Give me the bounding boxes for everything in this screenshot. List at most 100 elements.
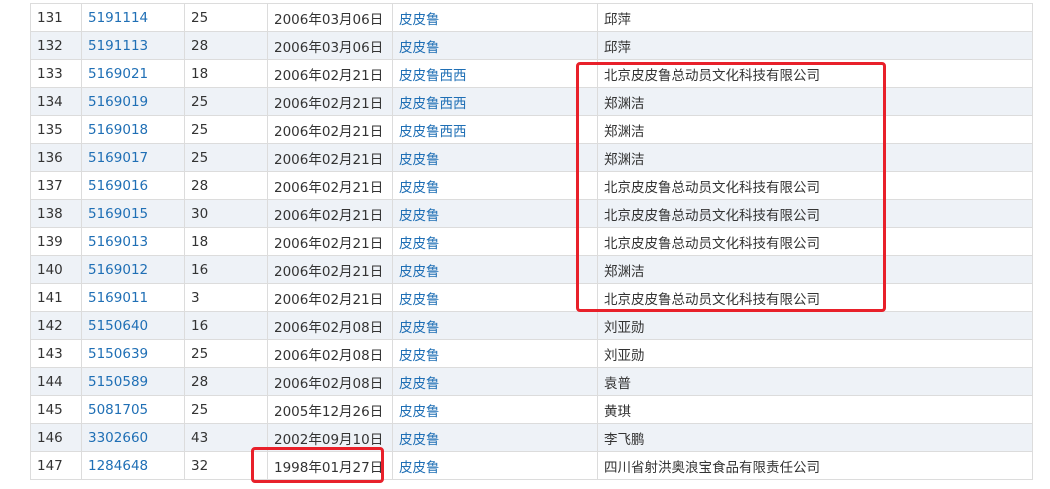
applicant-name: 郑渊洁: [597, 115, 1033, 144]
registration-number-link[interactable]: 5169016: [81, 171, 185, 200]
applicant-name: 袁普: [597, 367, 1033, 396]
application-date: 2006年02月08日: [267, 367, 393, 396]
trademark-name-link[interactable]: 皮皮鲁: [392, 367, 598, 396]
class-number: 3: [184, 283, 268, 312]
class-number: 16: [184, 255, 268, 284]
row-index: 147: [30, 451, 82, 480]
trademark-name-link[interactable]: 皮皮鲁: [392, 199, 598, 228]
row-index: 134: [30, 87, 82, 116]
registration-number-link[interactable]: 5169021: [81, 59, 185, 88]
trademark-name-link[interactable]: 皮皮鲁西西: [392, 87, 598, 116]
registration-number-link[interactable]: 5191113: [81, 31, 185, 60]
trademark-name-link[interactable]: 皮皮鲁西西: [392, 59, 598, 88]
registration-number-link[interactable]: 1284648: [81, 451, 185, 480]
trademark-name-link[interactable]: 皮皮鲁: [392, 283, 598, 312]
registration-number-link[interactable]: 5150639: [81, 339, 185, 368]
registration-number-link[interactable]: 5081705: [81, 395, 185, 424]
registration-number-link[interactable]: 5150640: [81, 311, 185, 340]
row-index: 136: [30, 143, 82, 172]
registration-number-link[interactable]: 5191114: [81, 3, 185, 32]
application-date: 2006年03月06日: [267, 31, 393, 60]
registration-number-link[interactable]: 5169015: [81, 199, 185, 228]
application-date: 2006年02月21日: [267, 87, 393, 116]
application-date: 2006年02月21日: [267, 143, 393, 172]
class-number: 28: [184, 31, 268, 60]
trademark-name-link[interactable]: 皮皮鲁: [392, 227, 598, 256]
row-index: 144: [30, 367, 82, 396]
row-index: 143: [30, 339, 82, 368]
row-index: 131: [30, 3, 82, 32]
table-row: 145 5081705 25 2005年12月26日 皮皮鲁 黄琪: [30, 395, 1033, 424]
table-row: 132 5191113 28 2006年03月06日 皮皮鲁 邱萍: [30, 31, 1033, 60]
trademark-name-link[interactable]: 皮皮鲁: [392, 171, 598, 200]
applicant-name: 李飞鹏: [597, 423, 1033, 452]
applicant-name: 黄琪: [597, 395, 1033, 424]
table-row: 134 5169019 25 2006年02月21日 皮皮鲁西西 郑渊洁: [30, 87, 1033, 116]
trademark-name-link[interactable]: 皮皮鲁: [392, 311, 598, 340]
applicant-name: 四川省射洪奥浪宝食品有限责任公司: [597, 451, 1033, 480]
row-index: 135: [30, 115, 82, 144]
application-date: 2006年03月06日: [267, 3, 393, 32]
application-date: 2006年02月21日: [267, 283, 393, 312]
table-row: 136 5169017 25 2006年02月21日 皮皮鲁 郑渊洁: [30, 143, 1033, 172]
table-row: 133 5169021 18 2006年02月21日 皮皮鲁西西 北京皮皮鲁总动员文化科技…: [30, 59, 1033, 88]
class-number: 18: [184, 227, 268, 256]
registration-number-link[interactable]: 5169013: [81, 227, 185, 256]
class-number: 16: [184, 311, 268, 340]
application-date: 2006年02月21日: [267, 171, 393, 200]
registration-number-link[interactable]: 5169019: [81, 87, 185, 116]
applicant-name: 北京皮皮鲁总动员文化科技有限公司: [597, 227, 1033, 256]
trademark-table: 131 5191114 25 2006年03月06日 皮皮鲁 邱萍 132 5191113 28…: [30, 3, 1033, 480]
registration-number-link[interactable]: 5169017: [81, 143, 185, 172]
registration-number-link[interactable]: 3302660: [81, 423, 185, 452]
trademark-name-link[interactable]: 皮皮鲁西西: [392, 115, 598, 144]
table-row: 142 5150640 16 2006年02月08日 皮皮鲁 刘亚勋: [30, 311, 1033, 340]
trademark-name-link[interactable]: 皮皮鲁: [392, 395, 598, 424]
registration-number-link[interactable]: 5169012: [81, 255, 185, 284]
application-date: 2006年02月21日: [267, 255, 393, 284]
table-row: 135 5169018 25 2006年02月21日 皮皮鲁西西 郑渊洁: [30, 115, 1033, 144]
class-number: 32: [184, 451, 268, 480]
class-number: 43: [184, 423, 268, 452]
registration-number-link[interactable]: 5169018: [81, 115, 185, 144]
applicant-name: 邱萍: [597, 3, 1033, 32]
table-row: 131 5191114 25 2006年03月06日 皮皮鲁 邱萍: [30, 3, 1033, 32]
table-row: 144 5150589 28 2006年02月08日 皮皮鲁 袁普: [30, 367, 1033, 396]
application-date: 2006年02月21日: [267, 199, 393, 228]
table-row: 143 5150639 25 2006年02月08日 皮皮鲁 刘亚勋: [30, 339, 1033, 368]
table-row: 140 5169012 16 2006年02月21日 皮皮鲁 郑渊洁: [30, 255, 1033, 284]
application-date: 2006年02月21日: [267, 227, 393, 256]
trademark-name-link[interactable]: 皮皮鲁: [392, 143, 598, 172]
applicant-name: 北京皮皮鲁总动员文化科技有限公司: [597, 283, 1033, 312]
trademark-name-link[interactable]: 皮皮鲁: [392, 255, 598, 284]
table-row: 147 1284648 32 1998年01月27日 皮皮鲁 四川省射洪奥浪宝食品有限责任…: [30, 451, 1033, 480]
trademark-name-link[interactable]: 皮皮鲁: [392, 451, 598, 480]
row-index: 139: [30, 227, 82, 256]
trademark-name-link[interactable]: 皮皮鲁: [392, 339, 598, 368]
trademark-name-link[interactable]: 皮皮鲁: [392, 3, 598, 32]
table-row: 141 5169011 3 2006年02月21日 皮皮鲁 北京皮皮鲁总动员文化科技有限公…: [30, 283, 1033, 312]
application-date: 1998年01月27日: [267, 451, 393, 480]
trademark-name-link[interactable]: 皮皮鲁: [392, 31, 598, 60]
application-date: 2005年12月26日: [267, 395, 393, 424]
table-row: 139 5169013 18 2006年02月21日 皮皮鲁 北京皮皮鲁总动员文化科技有限…: [30, 227, 1033, 256]
application-date: 2006年02月21日: [267, 59, 393, 88]
application-date: 2006年02月08日: [267, 339, 393, 368]
application-date: 2002年09月10日: [267, 423, 393, 452]
applicant-name: 邱萍: [597, 31, 1033, 60]
applicant-name: 郑渊洁: [597, 143, 1033, 172]
row-index: 142: [30, 311, 82, 340]
row-index: 141: [30, 283, 82, 312]
applicant-name: 郑渊洁: [597, 87, 1033, 116]
class-number: 30: [184, 199, 268, 228]
trademark-name-link[interactable]: 皮皮鲁: [392, 423, 598, 452]
registration-number-link[interactable]: 5150589: [81, 367, 185, 396]
table-row: 138 5169015 30 2006年02月21日 皮皮鲁 北京皮皮鲁总动员文化科技有限…: [30, 199, 1033, 228]
applicant-name: 郑渊洁: [597, 255, 1033, 284]
applicant-name: 北京皮皮鲁总动员文化科技有限公司: [597, 59, 1033, 88]
row-index: 137: [30, 171, 82, 200]
class-number: 25: [184, 143, 268, 172]
application-date: 2006年02月21日: [267, 115, 393, 144]
registration-number-link[interactable]: 5169011: [81, 283, 185, 312]
applicant-name: 刘亚勋: [597, 311, 1033, 340]
